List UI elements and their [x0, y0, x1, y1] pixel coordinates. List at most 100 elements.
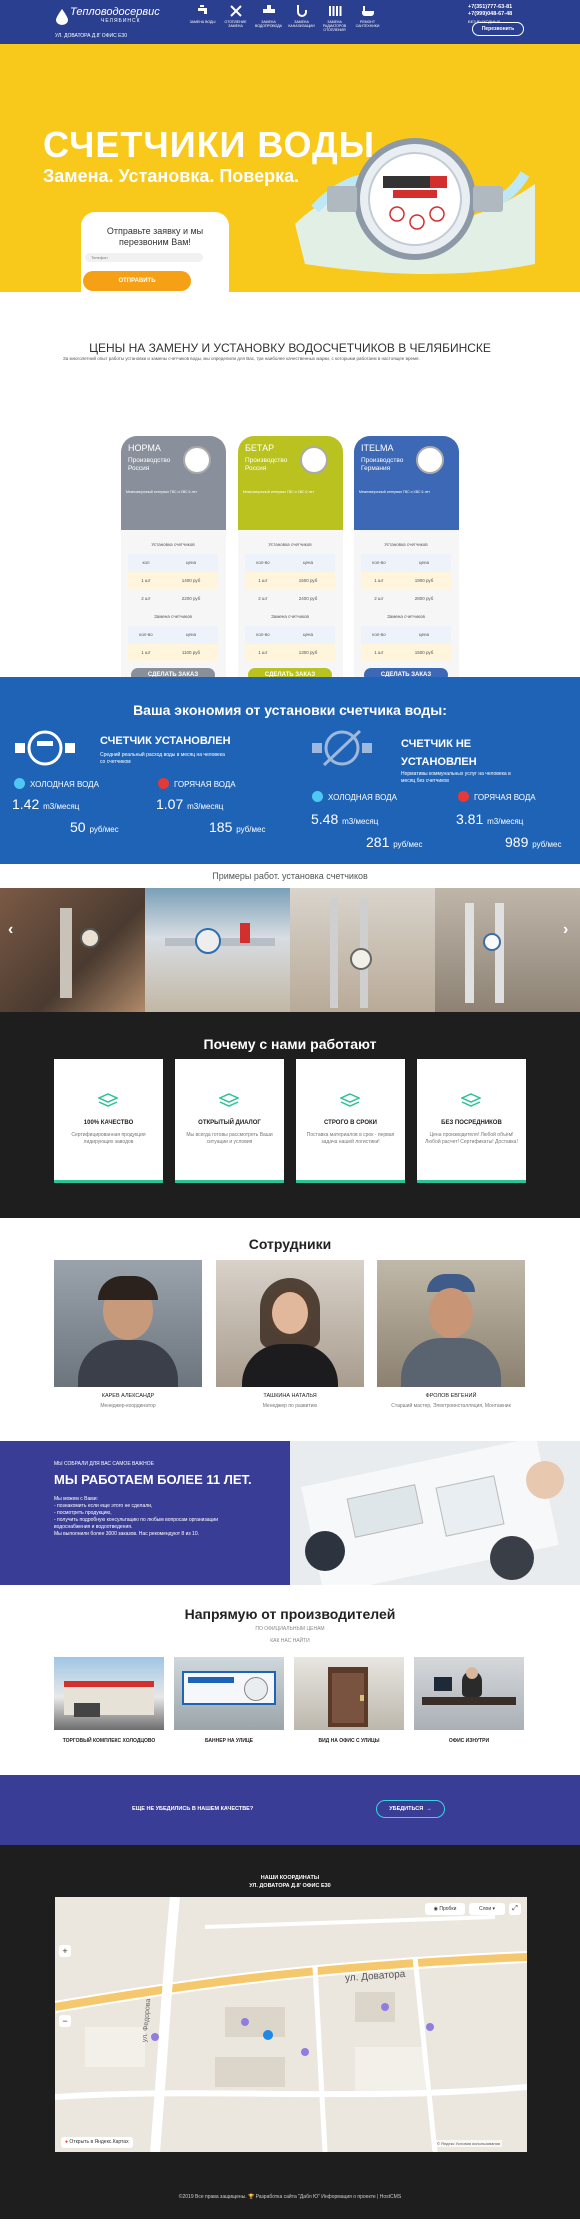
staff-title: Сотрудники: [248, 1236, 332, 1252]
price-qty: 1 шт: [374, 578, 384, 583]
main-nav: ЗАМЕНА ВОДЫ ОТОПЛЕНИЕ ЗАМЕНА ЗАМЕНА ВОДО…: [186, 4, 384, 32]
nav-item-3[interactable]: ЗАМЕНА ВОДОПРОВОДА: [252, 4, 285, 32]
work-photo-3[interactable]: [290, 888, 435, 1012]
hot-water-label: ГОРЯЧАЯ ВОДА: [474, 793, 536, 802]
open-in-yandex-link[interactable]: ● Открыть в Яндекс.Картах: [61, 2137, 133, 2148]
producer-label: Производство: [245, 457, 288, 464]
price-head-cell: цена: [302, 632, 314, 637]
experience-line: - посмотреть продукцию,: [54, 1510, 112, 1516]
manufacturers-title: Напрямую от производителей: [184, 1606, 396, 1622]
site-footer: ©2019 Все права защищены. 🏆 Разработка с…: [0, 2173, 580, 2219]
price-unit: руб/мес: [236, 825, 266, 834]
cold-water-label: ХОЛОДНАЯ ВОДА: [30, 780, 99, 789]
phone-input[interactable]: Телефон: [85, 253, 203, 262]
why-text: Сертифицированная продукция лидирующих з…: [71, 1132, 146, 1145]
work-photo-1[interactable]: [0, 888, 145, 1012]
staff-card: КАРЕВ АЛЕКСАНДР Менеджер-координатор: [54, 1260, 202, 1410]
manufacturer-item: ОФИС ИЗНУТРИ: [414, 1657, 524, 1744]
price-section-title: Установка счетчиков: [384, 542, 428, 547]
manufacturers-subtitle: ПО ОФИЦИАЛЬНЫМ ЦЕНАМ: [255, 1626, 325, 1632]
price-unit: руб/мес: [89, 825, 119, 834]
convince-button[interactable]: УБЕДИТЬСЯ →: [376, 1800, 445, 1818]
why-name: БЕЗ ПОСРЕДНИКОВ: [441, 1120, 502, 1126]
nav-item-1[interactable]: ЗАМЕНА ВОДЫ: [186, 4, 219, 32]
gallery-prev-arrow[interactable]: ‹: [8, 921, 13, 939]
convince-button-label: УБЕДИТЬСЯ: [389, 1806, 424, 1812]
work-photo-2[interactable]: [145, 888, 290, 1012]
price-row: 1 шт 1100 руб: [128, 644, 218, 662]
callback-form: Отправьте заявку и мы перезвоним Вам! Те…: [81, 212, 229, 292]
layers-icon: [340, 1093, 360, 1107]
price-value: 1900 руб: [414, 578, 434, 583]
nav-item-4[interactable]: ЗАМЕНА КАНАЛИЗАЦИИ: [285, 4, 318, 32]
price-head-cell: кол-во: [139, 632, 153, 637]
hot-volume: 1.07 m3/месяц: [156, 796, 223, 812]
logo-subtitle: ЧЕЛЯБИНСК: [101, 18, 141, 24]
price-card-header: ITELMA Производство Германия Межповерочный …: [354, 436, 459, 530]
price-table: Установка счетчиков кол-во цена 1 шт 1500 ру…: [245, 536, 335, 680]
experience-line: - познакомить если еще этого не сделали,: [54, 1503, 153, 1509]
map-roads: [55, 1897, 527, 2152]
price-value: 2400 руб: [298, 596, 318, 601]
layers-button[interactable]: Слои ▾: [469, 1903, 505, 1915]
price-value: 1400 руб: [181, 578, 201, 583]
price-head-cell: кол-во: [372, 560, 386, 565]
price-card-header: НОРМА Производство Россия Межповерочный инт…: [121, 436, 226, 530]
zoom-out-button[interactable]: −: [59, 2015, 71, 2027]
footer-text: ©2019 Все права защищены. 🏆 Разработка с…: [178, 2194, 402, 2200]
nav-item-2[interactable]: ОТОПЛЕНИЕ ЗАМЕНА: [219, 4, 252, 32]
layers-label: Слои: [478, 1906, 492, 1912]
how-to-find-link[interactable]: КАК НАС НАЙТИ: [0, 1638, 580, 1644]
price-row: 1 шт 1300 руб: [245, 644, 335, 662]
price-head-cell: цена: [185, 560, 197, 565]
price-section-title: Установка счетчиков: [151, 542, 195, 547]
cold-volume-value: 1.42: [12, 796, 40, 812]
price-qty: 1 шт: [258, 578, 268, 583]
office-interior-photo[interactable]: [414, 1657, 524, 1730]
producer-country: Россия: [128, 465, 150, 472]
price-value: 1500 руб: [298, 578, 318, 583]
cold-price-value: 50: [70, 819, 86, 835]
traffic-button[interactable]: ◉ Пробки: [425, 1903, 465, 1915]
price-row: 1 шт 1400 руб: [128, 572, 218, 590]
why-card-no-middlemen: БЕЗ ПОСРЕДНИКОВ Цена производителя! Любо…: [417, 1059, 526, 1183]
pipe-tap-icon: [262, 5, 275, 13]
tools-icon: [229, 5, 242, 17]
price-unit: руб/мес: [532, 840, 562, 849]
mall-photo[interactable]: [54, 1657, 164, 1730]
callback-button[interactable]: Перезвонить: [472, 22, 524, 36]
price-qty: 1 шт: [141, 578, 151, 583]
economy-section: Ваша экономия от установки счетчика воды…: [0, 677, 580, 864]
nav-item-6[interactable]: РЕМОНТ САНТЕХНИКИ: [351, 4, 384, 32]
hot-volume-value: 1.07: [156, 796, 184, 812]
works-title: Примеры работ. установка счетчиков: [212, 871, 368, 881]
price-row: 2 шт 2200 руб: [128, 590, 218, 608]
logo-title[interactable]: Тепловодосервис: [70, 6, 160, 18]
cold-water-dot: [14, 778, 25, 789]
zoom-in-button[interactable]: +: [59, 1945, 71, 1957]
why-name: ОТКРЫТЫЙ ДИАЛОГ: [198, 1120, 261, 1126]
price-section-title: Замена счетчиков: [154, 614, 192, 619]
site-header: Тепловодосервис ЧЕЛЯБИНСК УЛ. ДОВАТОРА Д…: [0, 0, 580, 44]
work-photo-4[interactable]: [435, 888, 580, 1012]
cta-text: ЕЩЕ НЕ УБЕДИЛИСЬ В НАШЕМ КАЧЕСТВЕ?: [132, 1806, 254, 1812]
manufacturer-label: ОФИС ИЗНУТРИ: [448, 1738, 490, 1744]
gallery-next-arrow[interactable]: ›: [563, 921, 568, 939]
phone-1[interactable]: +7(351)777-63-81: [468, 4, 512, 11]
map-copyright[interactable]: © Яндекс Условия использования: [435, 2140, 503, 2147]
price-head-cell: цена: [185, 632, 197, 637]
water-meter-icon: [183, 446, 211, 474]
sewer-icon: [296, 5, 307, 17]
yandex-map[interactable]: ул. Доватора ул. Федорова ◉ Пробки Слои …: [55, 1897, 527, 2152]
why-text: Мы всегда готовы рассмотреть Ваши ситуац…: [186, 1132, 273, 1145]
street-banner-photo[interactable]: [174, 1657, 284, 1730]
nav-label: РЕМОНТ САНТЕХНИКИ: [355, 20, 380, 28]
manufacturer-item: ВИД НА ОФИС С УЛИЦЫ: [294, 1657, 404, 1744]
price-qty: 1 шт: [258, 650, 268, 655]
submit-button[interactable]: ОТПРАВИТЬ: [83, 271, 191, 291]
header-address: УЛ. ДОВАТОРА Д.8' ОФИС Е30: [55, 33, 127, 39]
phone-2[interactable]: +7(999)048-67-48: [468, 11, 512, 18]
fullscreen-button[interactable]: ⤢: [509, 1903, 521, 1915]
nav-item-5[interactable]: ЗАМЕНА РАДИАТОРОВ ОТОПЛЕНИЯ: [318, 4, 351, 32]
office-exterior-photo[interactable]: [294, 1657, 404, 1730]
